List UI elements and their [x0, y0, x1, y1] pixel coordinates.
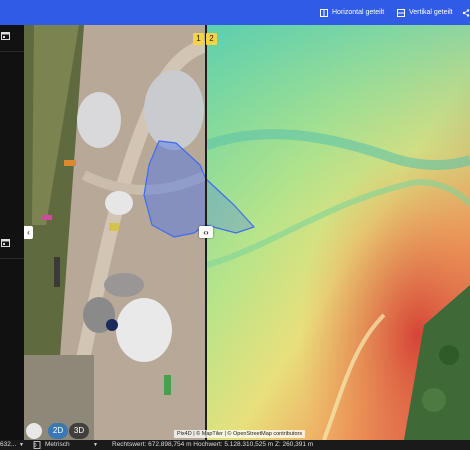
compass-button[interactable]: [26, 423, 42, 439]
gravel-pile: [105, 191, 133, 215]
chevron-down-icon[interactable]: ▼: [93, 442, 98, 448]
tree: [439, 345, 459, 365]
calendar-icon: [1, 239, 10, 247]
horizontal-split-button[interactable]: Horizontal geteilt: [320, 5, 384, 20]
tree: [422, 388, 446, 412]
view-2d-button[interactable]: 2D: [48, 423, 68, 439]
vehicle: [64, 160, 76, 166]
horizontal-split-label: Horizontal geteilt: [332, 9, 385, 16]
stone-pile: [116, 298, 172, 362]
side-panel: [0, 25, 24, 440]
vehicle: [42, 215, 52, 220]
vehicle: [54, 257, 60, 287]
vehicle: [164, 375, 171, 395]
ruler-icon: [33, 441, 41, 449]
vertical-split-label: Vertikal geteilt: [409, 9, 453, 16]
view-3d-button[interactable]: 3D: [69, 423, 89, 439]
calendar-icon: [1, 32, 10, 40]
stone-pile: [104, 273, 144, 297]
vertical-split-icon: [397, 8, 405, 17]
vehicle: [109, 223, 119, 231]
tank: [106, 319, 118, 331]
share-button[interactable]: [462, 5, 470, 20]
horizontal-split-icon: [320, 8, 328, 17]
dataset-badge-right: 2: [206, 33, 217, 45]
collapse-panel-button[interactable]: ‹: [24, 226, 33, 239]
units-select[interactable]: Metrisch: [45, 441, 70, 448]
map-view[interactable]: ‹› ‹ 1 2 2D 3D Pix4D | © MapTiler | © Op…: [24, 25, 470, 440]
map-imagery: [24, 25, 470, 440]
dataset-card-1[interactable]: [0, 25, 24, 52]
vertical-split-button[interactable]: Vertikal geteilt: [397, 5, 453, 20]
chevron-down-icon[interactable]: ▼: [19, 442, 24, 448]
top-toolbar: Horizontal geteilt Vertikal geteilt: [0, 0, 470, 25]
status-bar: 632... ▼ Metrisch ▼ Rechtswert: 672.898,…: [0, 440, 470, 450]
gravel-pile: [77, 92, 121, 148]
dataset-badge-left: 1: [193, 33, 204, 45]
status-left-value[interactable]: 632...: [0, 441, 16, 448]
dataset-card-2[interactable]: [0, 232, 24, 259]
map-attribution: Pix4D | © MapTiler | © OpenStreetMap con…: [174, 430, 306, 438]
coordinate-readout: Rechtswert: 672.898,754 m Hochwert: 5.12…: [112, 441, 314, 448]
split-handle[interactable]: ‹›: [199, 226, 213, 238]
gravel-pile: [144, 70, 204, 150]
share-icon: [462, 8, 470, 17]
